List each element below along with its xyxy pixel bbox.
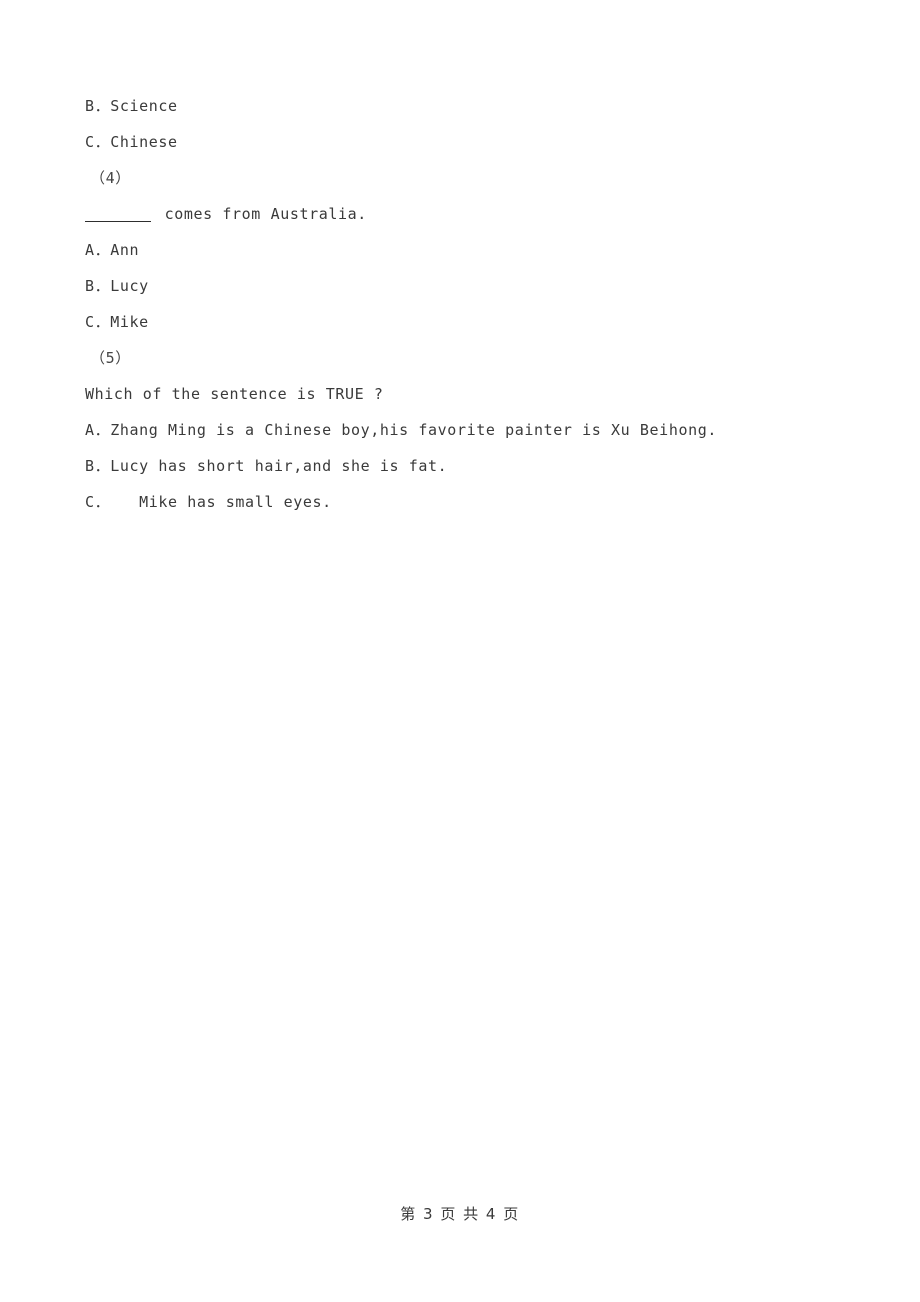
q5-number-text: （5）: [90, 349, 131, 367]
q5-option-a[interactable]: A．Zhang Ming is a Chinese boy,his favori…: [85, 412, 845, 448]
q5-option-a-text: A．Zhang Ming is a Chinese boy,his favori…: [85, 421, 717, 439]
q5-option-b[interactable]: B．Lucy has short hair,and she is fat.: [85, 448, 845, 484]
q4-stem: comes from Australia.: [85, 196, 845, 232]
page-footer: 第 3 页 共 4 页: [400, 1205, 520, 1223]
q4-option-a[interactable]: A．Ann: [85, 232, 845, 268]
q4-number: （4）: [85, 160, 845, 196]
q4-option-b[interactable]: B．Lucy: [85, 268, 845, 304]
document-page: B．Science C．Chinese （4） comes from Austral…: [0, 0, 920, 1302]
q5-number: （5）: [85, 340, 845, 376]
q4-stem-text: comes from Australia.: [155, 205, 367, 223]
q4-option-c-text: C．Mike: [85, 313, 149, 331]
question-content: B．Science C．Chinese （4） comes from Austral…: [85, 88, 845, 520]
q3-option-b[interactable]: B．Science: [85, 88, 845, 124]
q4-option-c[interactable]: C．Mike: [85, 304, 845, 340]
q5-stem: Which of the sentence is TRUE ?: [85, 376, 845, 412]
q3-option-c-text: C．Chinese: [85, 133, 178, 151]
q4-option-a-text: A．Ann: [85, 241, 140, 259]
q5-stem-text: Which of the sentence is TRUE ?: [85, 385, 384, 403]
q5-option-b-text: B．Lucy has short hair,and she is fat.: [85, 457, 448, 475]
q5-option-c-text: C． Mike has small eyes.: [85, 493, 332, 511]
q3-option-c[interactable]: C．Chinese: [85, 124, 845, 160]
q4-option-b-text: B．Lucy: [85, 277, 149, 295]
answer-blank[interactable]: [85, 221, 151, 222]
q4-number-text: （4）: [90, 169, 131, 187]
q3-option-b-text: B．Science: [85, 97, 178, 115]
q5-option-c[interactable]: C． Mike has small eyes.: [85, 484, 845, 520]
